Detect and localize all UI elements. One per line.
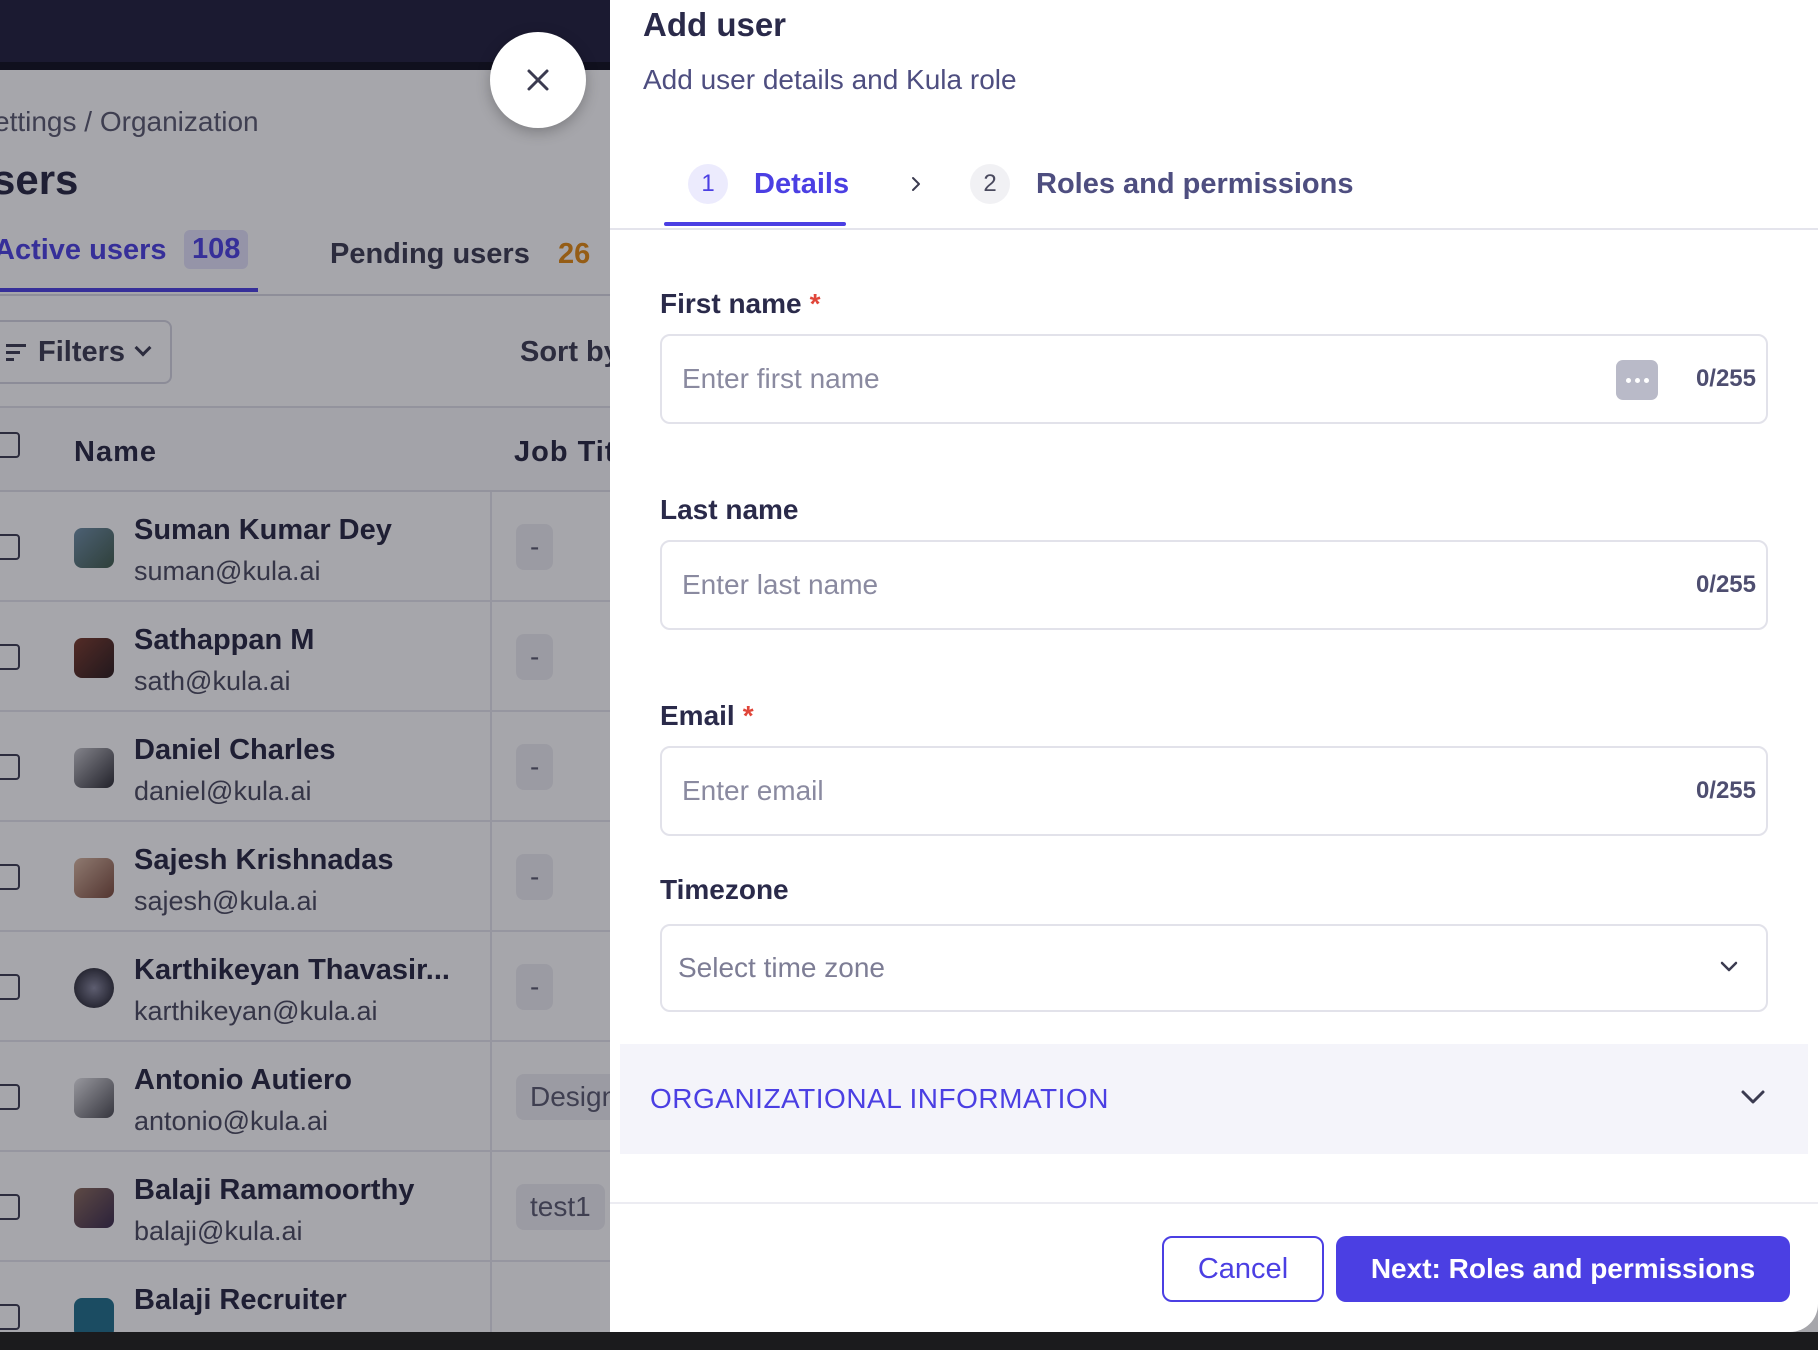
required-marker: *: [809, 288, 821, 319]
timezone-select[interactable]: Select time zone: [660, 924, 1768, 1012]
section-label: ORGANIZATIONAL INFORMATION: [650, 1083, 1109, 1114]
chevron-down-icon: [1741, 1090, 1765, 1104]
add-user-drawer: Add user Add user details and Kula role …: [610, 0, 1818, 1332]
last-name-label: Last name: [660, 494, 799, 526]
timezone-placeholder: Select time zone: [678, 952, 885, 983]
first-name-label: First name *: [660, 288, 821, 320]
character-counter: 0/255: [1695, 365, 1756, 392]
email-field[interactable]: 0/255: [660, 746, 1768, 836]
step-label: Roles and permissions: [1036, 167, 1354, 200]
chevron-right-icon: [912, 177, 920, 191]
first-name-field[interactable]: 0/255: [660, 334, 1768, 424]
chevron-down-icon: [1720, 961, 1738, 972]
step-roles-and-permissions[interactable]: 2 Roles and permissions: [970, 164, 1354, 204]
timezone-label: Timezone: [660, 874, 789, 906]
more-dots-icon[interactable]: [1616, 360, 1658, 400]
step-details[interactable]: 1 Details: [688, 164, 849, 204]
step-number: 2: [970, 164, 1010, 204]
required-marker: *: [742, 700, 754, 731]
email-label: Email *: [660, 700, 754, 732]
timezone-label-text: Timezone: [660, 874, 789, 905]
step-label: Details: [754, 167, 850, 200]
last-name-label-text: Last name: [660, 494, 799, 525]
first-name-input[interactable]: [682, 336, 1542, 422]
close-drawer-button[interactable]: [490, 32, 586, 128]
step-number: 1: [688, 164, 728, 204]
cancel-button[interactable]: Cancel: [1162, 1236, 1324, 1302]
close-icon: [527, 69, 549, 91]
stepper-divider: [610, 228, 1818, 230]
last-name-input[interactable]: [682, 542, 1542, 628]
organizational-information-section[interactable]: ORGANIZATIONAL INFORMATION: [620, 1044, 1808, 1154]
character-counter: 0/255: [1695, 571, 1756, 598]
character-counter: 0/255: [1695, 777, 1756, 804]
email-input[interactable]: [682, 748, 1542, 834]
drawer-subtitle: Add user details and Kula role: [643, 64, 1017, 95]
first-name-label-text: First name: [660, 288, 802, 319]
email-label-text: Email: [660, 700, 735, 731]
last-name-field[interactable]: 0/255: [660, 540, 1768, 630]
footer-divider: [610, 1202, 1818, 1204]
os-taskbar: [0, 1332, 1818, 1350]
drawer-title: Add user: [643, 6, 787, 43]
next-roles-and-permissions-button[interactable]: Next: Roles and permissions: [1336, 1236, 1790, 1302]
active-step-indicator: [664, 222, 846, 226]
